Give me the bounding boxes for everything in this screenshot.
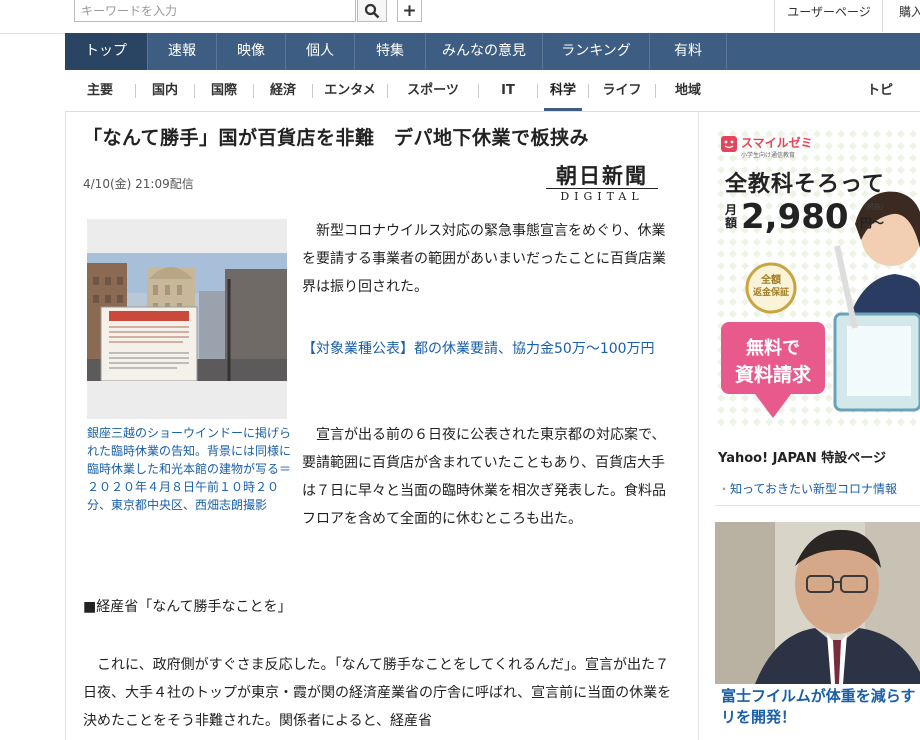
ad-headline: 全教科そろって bbox=[725, 172, 885, 197]
article-paragraph: 新型コロナウイルス対応の緊急事態宣言をめぐり、休業を要請する事業者の範囲があいま… bbox=[302, 223, 666, 295]
ad-price: 2,980 bbox=[741, 197, 849, 237]
main-nav-opinion[interactable]: みんなの意見 bbox=[426, 33, 543, 70]
section-heading: ■経産省「なんて勝手なことを」 bbox=[83, 599, 292, 615]
ad-brand-sub: 小学生向け通信教育 bbox=[741, 152, 796, 159]
category-topics[interactable]: トピ bbox=[850, 70, 910, 111]
search-icon bbox=[364, 3, 380, 18]
ad-price-unit: 円～ bbox=[860, 216, 885, 230]
sidebar-divider bbox=[715, 505, 920, 506]
article-paragraph: これに、政府側がすぐさま反応した。「なんて勝手なことをしてくれるんだ」。宣言が出… bbox=[83, 657, 672, 729]
category-world[interactable]: 国際 bbox=[195, 70, 253, 111]
category-nav: 主要 国内 国際 経済 エンタメ スポーツ IT 科学 ライフ 地域 トピ bbox=[65, 70, 920, 112]
top-bar: キーワードを入力 + ユーザーページ 購入 bbox=[0, 0, 920, 34]
article-photo[interactable] bbox=[87, 219, 287, 419]
news-photo-image bbox=[715, 522, 920, 684]
search-input[interactable]: キーワードを入力 bbox=[74, 0, 356, 22]
article-date: 4/10(金) 21:09配信 bbox=[83, 177, 194, 191]
yahoo-special-link[interactable]: ・知っておきたい新型コロナ情報 bbox=[718, 480, 897, 497]
yahoo-special-title: Yahoo! JAPAN 特設ページ bbox=[718, 451, 887, 466]
article-paragraph: 宣言が出る前の６日夜に公表された東京都の対応案で、要請範囲に百貨店が含まれていた… bbox=[302, 427, 666, 527]
category-domestic[interactable]: 国内 bbox=[136, 70, 194, 111]
add-button[interactable]: + bbox=[397, 0, 422, 22]
ad-cta-line2: 資料請求 bbox=[734, 364, 811, 386]
related-article-link[interactable]: 【対象業種公表】都の休業要請、協力金50万～100万円 bbox=[302, 335, 676, 363]
sidebar-news-photo[interactable] bbox=[715, 522, 920, 684]
ad-brand: スマイルゼミ bbox=[741, 136, 813, 150]
search-button[interactable] bbox=[357, 0, 387, 22]
plus-icon: + bbox=[402, 0, 417, 21]
ad-cta-line1: 無料で bbox=[746, 338, 800, 359]
main-nav-breaking[interactable]: 速報 bbox=[148, 33, 217, 70]
buy-link[interactable]: 購入 bbox=[882, 0, 920, 32]
ad-tax-note: （税抜） bbox=[860, 203, 888, 211]
main-nav-ranking[interactable]: ランキング bbox=[543, 33, 650, 70]
category-main[interactable]: 主要 bbox=[65, 70, 135, 111]
provider-sub: DIGITAL bbox=[560, 190, 644, 203]
sidebar-ad[interactable]: スマイルゼミ 小学生向け通信教育 全教科そろって 月額 2,980 円～ （税抜… bbox=[715, 128, 920, 428]
ad-price-prefix: 月額 bbox=[725, 203, 738, 230]
category-local[interactable]: 地域 bbox=[656, 70, 720, 111]
user-page-link[interactable]: ユーザーページ bbox=[774, 0, 883, 32]
ad-badge-line1: 全額 bbox=[761, 275, 781, 286]
logo-rule bbox=[546, 188, 658, 189]
article-headline: 「なんて勝手」国が百貨店を非難 デパ地下休業で板挟み bbox=[83, 127, 590, 149]
main-nav-video[interactable]: 映像 bbox=[217, 33, 286, 70]
provider-name: 朝日新聞 bbox=[556, 163, 648, 188]
ad-badge-line2: 返金保証 bbox=[752, 288, 789, 298]
bullet: ・ bbox=[718, 482, 731, 496]
category-entertainment[interactable]: エンタメ bbox=[313, 70, 387, 111]
yahoo-special-link-label: 知っておきたい新型コロナ情報 bbox=[730, 482, 898, 496]
category-it[interactable]: IT bbox=[479, 70, 537, 111]
main-nav-top[interactable]: トップ bbox=[65, 33, 148, 70]
main-nav: トップ 速報 映像 個人 特集 みんなの意見 ランキング 有料 bbox=[65, 33, 920, 70]
main-nav-individual[interactable]: 個人 bbox=[286, 33, 355, 70]
category-economy[interactable]: 経済 bbox=[254, 70, 312, 111]
photo-caption[interactable]: 銀座三越のショーウインドーに掲げられた臨時休業の告知。背景には同様に臨時休業した… bbox=[87, 424, 297, 514]
category-life[interactable]: ライフ bbox=[589, 70, 655, 111]
category-science[interactable]: 科学 bbox=[538, 70, 588, 111]
provider-logo[interactable]: 朝日新聞 DIGITAL bbox=[542, 165, 662, 205]
main-nav-paid[interactable]: 有料 bbox=[650, 33, 727, 70]
sidebar-news-title[interactable]: 富士フイルムが体重を減らすリを開発！ bbox=[721, 686, 920, 728]
photo-image bbox=[87, 219, 287, 419]
category-sports[interactable]: スポーツ bbox=[388, 70, 478, 111]
article: 「なんて勝手」国が百貨店を非難 デパ地下休業で板挟み 4/10(金) 21:09… bbox=[65, 111, 699, 740]
main-nav-feature[interactable]: 特集 bbox=[355, 33, 426, 70]
